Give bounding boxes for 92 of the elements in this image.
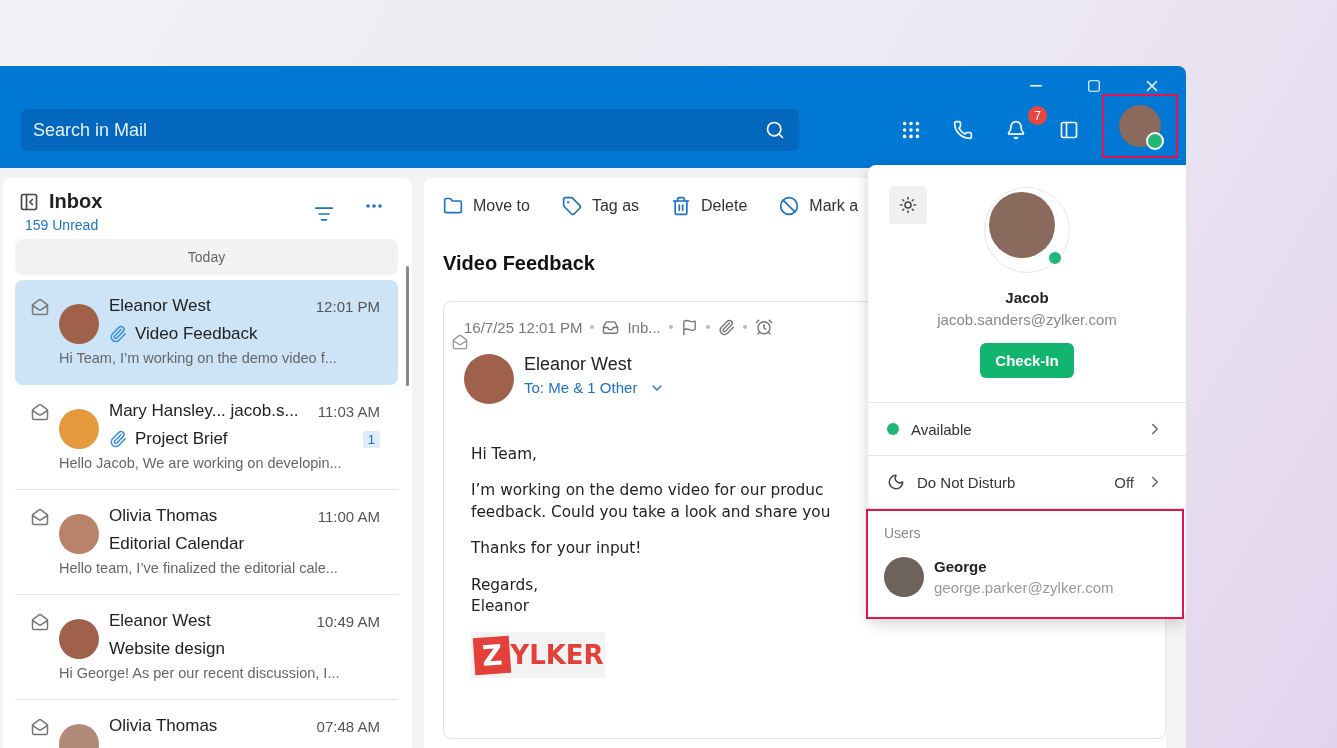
mail-preview: Hi Team, I’m working on the demo video f... (59, 350, 338, 366)
maximize-icon (1087, 79, 1101, 93)
sender-name: Mary Hansley... jacob.s... (109, 401, 299, 421)
tag-icon (561, 196, 582, 216)
notification-count: 7 (1028, 106, 1047, 125)
toolbar-button[interactable]: Mark a (779, 196, 859, 216)
toolbar-button[interactable]: Delete (671, 196, 748, 216)
read-mail-icon (31, 613, 49, 631)
mail-subject: Editorial Calendar (109, 534, 245, 554)
body-paragraph: I’m working on the demo video for our produc feedback. Could you take a look and share you (471, 480, 831, 523)
moon-icon (887, 473, 905, 491)
sender-name: Olivia Thomas (109, 716, 218, 736)
mail-list-item[interactable]: Olivia Thomas 11:00 AM Editorial Calendar Hello team, I’ve finalized the editorial cale... (15, 490, 398, 595)
search-field[interactable]: Search in Mail (21, 109, 799, 151)
folder-name: Inb... (627, 318, 661, 336)
sender-name: Eleanor West (524, 354, 633, 375)
recipients-link[interactable]: To: Me & 1 Other (524, 379, 666, 396)
sun-icon (899, 196, 917, 214)
status-label: Available (911, 420, 973, 438)
company-logo: Z YLKER (471, 632, 605, 679)
user-avatar[interactable] (884, 557, 924, 597)
avatar (59, 514, 99, 554)
users-heading: Users (884, 525, 922, 541)
body-paragraph: Regards, Eleanor (471, 574, 538, 618)
body-paragraph: Hi Team, (471, 444, 537, 465)
folder-icon (443, 196, 463, 216)
minimize-icon (1030, 85, 1042, 87)
dnd-label: Do Not Disturb (917, 473, 1017, 491)
paperclip-icon[interactable] (717, 318, 735, 336)
bell-icon (1006, 120, 1026, 140)
toolbar-button[interactable]: Move to (443, 196, 530, 216)
thread-count: 1 (362, 430, 380, 448)
search-icon (765, 120, 785, 140)
dnd-value: Off (1114, 473, 1134, 491)
body-paragraph: Thanks for your input! (471, 538, 642, 560)
flag-icon[interactable] (680, 318, 698, 336)
read-mail-icon (31, 298, 49, 316)
online-dot (1047, 250, 1063, 266)
user-email: george.parker@zylker.com (934, 579, 1114, 596)
sender-name: Eleanor West (109, 611, 211, 631)
filter-icon (314, 204, 334, 224)
read-mail-icon (31, 508, 49, 526)
profile-name: Jacob (1005, 289, 1049, 306)
sender-name: Eleanor West (109, 296, 211, 316)
dialpad-icon (900, 119, 922, 141)
profile-avatar-button[interactable] (1102, 94, 1178, 158)
mail-time: 11:03 AM (317, 402, 380, 420)
profile-email: jacob.sanders@zylker.com (937, 311, 1117, 328)
inbox-icon (602, 318, 620, 336)
avatar (59, 619, 99, 659)
mail-subject: Website design (109, 639, 225, 659)
mail-preview: Hi George! As per our recent discussion, I... (59, 665, 341, 681)
read-mail-icon (452, 334, 468, 350)
mail-subject: Project Brief (135, 429, 228, 449)
mail-preview: Hello Jacob, We are working on developin... (59, 455, 343, 471)
toolbar-button[interactable]: Tag as (561, 196, 640, 216)
mail-list-item[interactable]: Olivia Thomas 07:48 AM (15, 700, 398, 748)
more-icon (366, 204, 382, 208)
mail-time: 12:01 PM (315, 297, 380, 315)
read-mail-icon (31, 403, 49, 421)
mail-subject: Video Feedback (135, 324, 258, 344)
unread-count: 159 Unread (25, 217, 100, 233)
sender-name: Olivia Thomas (109, 506, 218, 526)
dnd-menu-item[interactable]: Do Not Disturb Off (868, 456, 1186, 509)
mail-list-item[interactable]: Eleanor West 10:49 AM Website design Hi George! As per our recent discussion, I... (15, 595, 398, 700)
avatar (59, 409, 99, 449)
user-name: George (934, 558, 988, 575)
mail-preview: Hello team, I’ve finalized the editorial cale... (59, 560, 339, 576)
mail-time: 11:00 AM (317, 507, 380, 525)
mail-time: 07:48 AM (316, 717, 380, 735)
inbox-title: Inbox (49, 190, 103, 213)
avatar (464, 354, 514, 404)
collapse-icon[interactable] (19, 191, 39, 212)
status-menu-item[interactable]: Available (868, 403, 1186, 456)
side-panel-icon (1059, 120, 1079, 140)
avatar (1119, 105, 1161, 147)
online-dot (1146, 132, 1164, 150)
mail-list-item[interactable]: Eleanor West 12:01 PM Video Feedback Hi Team, I’m working on the demo video f... (15, 280, 398, 385)
alarm-clock-icon[interactable] (754, 318, 773, 336)
avatar (59, 304, 99, 344)
theme-button[interactable] (889, 186, 927, 224)
date-group-header: Today (15, 239, 398, 275)
circle-slash-icon (779, 196, 800, 216)
scrollbar[interactable] (406, 266, 409, 386)
profile-avatar (989, 192, 1055, 258)
trash-icon (671, 196, 692, 216)
mail-time: 10:49 AM (316, 612, 380, 630)
message-date: 16/7/25 12:01 PM (464, 318, 583, 336)
phone-icon (953, 120, 973, 140)
message-subject: Video Feedback (443, 252, 595, 275)
mail-list-item[interactable]: Mary Hansley... jacob.s... 11:03 AM Project Brief 1 Hello Jacob, We are working on developin... (15, 385, 398, 490)
read-mail-icon (31, 718, 49, 736)
